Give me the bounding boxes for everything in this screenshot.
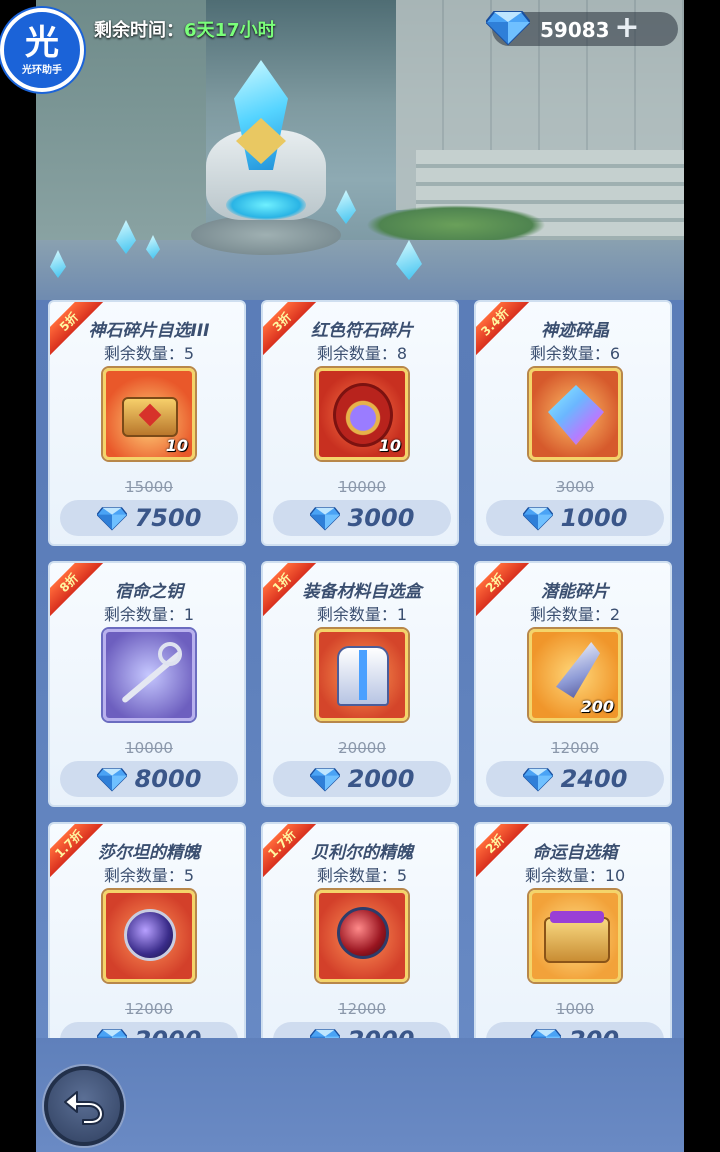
diamond-icon (522, 768, 553, 792)
buy-button[interactable]: 7500 (60, 500, 238, 536)
original-price: 10000 (125, 739, 173, 757)
sale-price: 200 (569, 1026, 619, 1038)
shop-item-card[interactable]: 1折 装备材料自选盒 剩余数量：1 20000 2000 (261, 561, 459, 807)
return-arrow-icon (64, 1091, 104, 1125)
sale-price: 2000 (135, 1026, 202, 1038)
shop-item-card[interactable]: 1.7折莎尔坦的精魄剩余数量：5120002000 (48, 822, 246, 1038)
diamond-icon (309, 1029, 340, 1038)
original-price: 1000 (555, 1000, 595, 1018)
diamond-amount: 59083 (540, 18, 610, 42)
item-name: 贝利尔的精魄 (311, 843, 413, 863)
item-stock: 剩余数量：1 (103, 605, 195, 624)
silver-key-icon[interactable] (103, 629, 195, 721)
dark-orb-icon[interactable] (103, 890, 195, 982)
buy-button[interactable]: 8000 (60, 761, 238, 797)
item-stock: 剩余数量：5 (103, 344, 195, 363)
sale-price: 1000 (560, 504, 628, 532)
original-price: 15000 (125, 478, 173, 496)
original-price: 12000 (551, 739, 599, 757)
red-orb-icon[interactable] (316, 890, 408, 982)
item-stock: 剩余数量：8 (316, 344, 408, 363)
item-stock: 剩余数量：5 (103, 866, 195, 885)
item-name: 莎尔坦的精魄 (98, 843, 200, 863)
diamond-icon (522, 507, 553, 531)
item-stock: 剩余数量：10 (524, 866, 626, 885)
sale-price: 2000 (347, 765, 415, 793)
item-stock: 剩余数量：6 (529, 344, 621, 363)
item-name: 宿命之钥 (115, 582, 183, 602)
buy-button[interactable]: 2000 (273, 1022, 451, 1038)
fate-chest-icon[interactable] (529, 890, 621, 982)
shop-item-card[interactable]: 2折命运自选箱剩余数量：101000200 (474, 822, 672, 1038)
sale-price: 2400 (560, 765, 628, 793)
item-quantity: 200 (580, 697, 614, 716)
original-price: 10000 (338, 478, 386, 496)
sale-price: 2000 (348, 1026, 415, 1038)
buy-button[interactable]: 3000 (273, 500, 451, 536)
item-quantity: 10 (165, 436, 188, 455)
item-stock: 剩余数量：5 (316, 866, 408, 885)
original-price: 3000 (555, 478, 595, 496)
red-rune-icon[interactable]: 10 (316, 368, 408, 460)
item-name: 装备材料自选盒 (302, 582, 422, 602)
buy-button[interactable]: 200 (486, 1022, 664, 1038)
shop-item-card[interactable]: 3折 红色符石碎片 剩余数量：8 10 10000 3000 (261, 300, 459, 546)
item-name: 神迹碎晶 (541, 321, 609, 341)
armor-box-icon[interactable] (316, 629, 408, 721)
item-grid: 5折 神石碎片自选III 剩余数量：5 10 15000 7500 3折 红色符石碎片 剩余数量… (48, 300, 674, 1038)
shop-item-card[interactable]: 3.4折 神迹碎晶 剩余数量：6 3000 1000 (474, 300, 672, 546)
item-quantity: 10 (378, 436, 401, 455)
grass-patch (366, 205, 546, 245)
buy-button[interactable]: 2400 (486, 761, 664, 797)
sale-price: 7500 (134, 504, 202, 532)
bottom-bar (36, 1038, 684, 1152)
diamond-icon (96, 1029, 127, 1038)
shop-screen: 5折 神石碎片自选III 剩余数量：5 10 15000 7500 3折 红色符石碎片 剩余数量… (36, 0, 684, 1152)
shop-item-card[interactable]: 5折 神石碎片自选III 剩余数量：5 10 15000 7500 (48, 300, 246, 546)
item-name: 红色符石碎片 (311, 321, 413, 341)
back-button[interactable] (44, 1066, 124, 1146)
remaining-time: 剩余时间：6天17小时 (94, 16, 276, 42)
buy-button[interactable]: 2000 (273, 761, 451, 797)
item-stock: 剩余数量：2 (529, 605, 621, 624)
sale-price: 8000 (134, 765, 202, 793)
original-price: 12000 (338, 1000, 386, 1018)
original-price: 12000 (125, 1000, 173, 1018)
shop-item-card[interactable]: 8折 宿命之钥 剩余数量：1 10000 8000 (48, 561, 246, 807)
left-letterbox (0, 0, 36, 1152)
add-diamond-button[interactable]: + (612, 13, 642, 44)
app-logo-text: 光环助手 (22, 64, 62, 76)
item-name: 命运自选箱 (532, 843, 618, 863)
diamond-icon (96, 507, 127, 531)
app-logo[interactable]: 光 光环助手 (0, 8, 84, 92)
shop-item-card[interactable]: 2折 潜能碎片 剩余数量：2 200 12000 2400 (474, 561, 672, 807)
potential-shard-icon[interactable]: 200 (529, 629, 621, 721)
original-price: 20000 (338, 739, 386, 757)
diamond-balance: 59083 + (486, 11, 678, 46)
item-name: 潜能碎片 (541, 582, 609, 602)
floor (36, 240, 684, 300)
item-name: 神石碎片自选III (88, 321, 210, 341)
prism-crystal-icon[interactable] (529, 368, 621, 460)
right-letterbox (684, 0, 720, 1152)
diamond-icon (96, 768, 127, 792)
buy-button[interactable]: 1000 (486, 500, 664, 536)
buy-button[interactable]: 2000 (60, 1022, 238, 1038)
diamond-icon (530, 1029, 561, 1038)
item-stock: 剩余数量：1 (316, 605, 408, 624)
sale-price: 3000 (347, 504, 415, 532)
app-logo-char: 光 (25, 22, 59, 63)
shop-item-card[interactable]: 1.7折贝利尔的精魄剩余数量：5120002000 (261, 822, 459, 1038)
timer-value: 6天17小时 (184, 20, 276, 41)
golden-chest-icon[interactable]: 10 (103, 368, 195, 460)
diamond-icon (309, 768, 340, 792)
timer-label: 剩余时间： (94, 20, 184, 41)
diamond-icon (309, 507, 340, 531)
diamond-icon (486, 11, 530, 46)
